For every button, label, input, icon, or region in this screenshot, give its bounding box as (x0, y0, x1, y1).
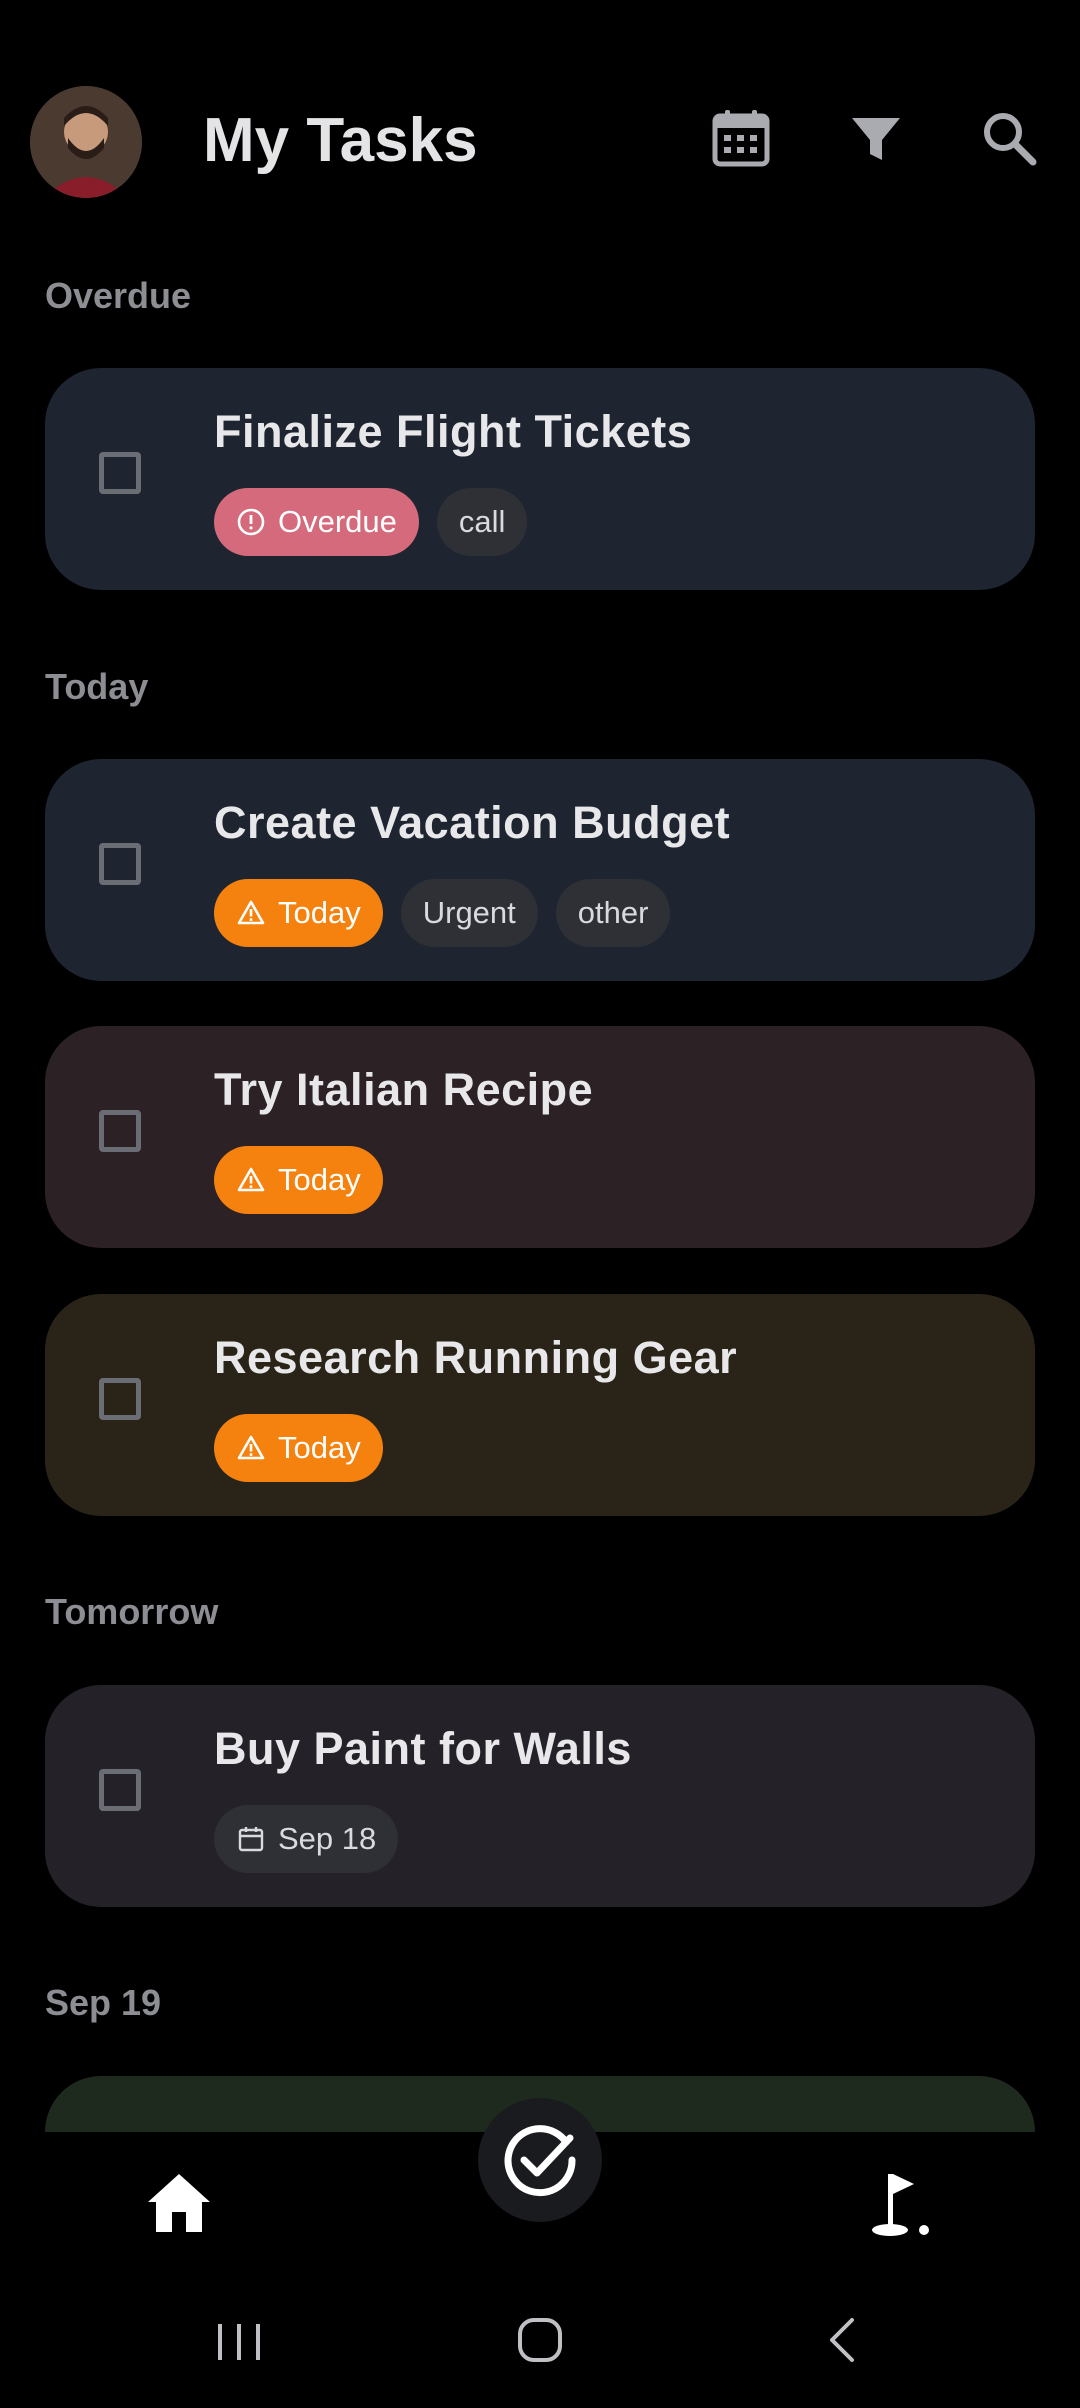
today-badge: Today (214, 879, 383, 947)
task-checkbox[interactable] (99, 1110, 141, 1152)
warning-triangle-icon (237, 1435, 265, 1460)
section-header-today: Today (45, 666, 149, 707)
app-header: My Tasks (0, 0, 1080, 240)
task-checkbox[interactable] (99, 1378, 141, 1420)
tag-chip: Urgent (400, 879, 538, 947)
task-title: Finalize Flight Tickets (214, 406, 693, 457)
home-icon[interactable] (146, 2170, 212, 2236)
avatar[interactable] (30, 86, 142, 198)
section-header-overdue: Overdue (45, 275, 192, 316)
today-badge: Today (214, 1414, 383, 1482)
task-card[interactable]: Finalize Flight Tickets Overdue call (45, 368, 1035, 590)
search-icon[interactable] (977, 106, 1041, 170)
section-header-tomorrow: Tomorrow (45, 1591, 219, 1632)
tag-chip: other (555, 879, 671, 947)
due-date-chip: Sep 18 (214, 1805, 399, 1873)
alert-circle-icon (237, 508, 265, 536)
page-title: My Tasks (203, 106, 478, 175)
task-checkbox[interactable] (99, 452, 141, 494)
check-circle-icon (504, 2125, 576, 2197)
recents-icon[interactable] (212, 2310, 266, 2370)
task-title: Try Italian Recipe (214, 1064, 594, 1115)
calendar-small-icon (238, 1827, 264, 1852)
section-header-sep-19: Sep 19 (45, 1982, 162, 2023)
task-card[interactable]: Create Vacation Budget Today Urgent othe… (45, 759, 1035, 981)
task-card[interactable]: Try Italian Recipe Today (45, 1026, 1035, 1248)
overdue-badge: Overdue (214, 488, 419, 556)
task-title: Create Vacation Budget (214, 797, 731, 848)
task-card[interactable]: Buy Paint for Walls Sep 18 (45, 1685, 1035, 1907)
back-icon[interactable] (818, 2310, 868, 2370)
warning-triangle-icon (237, 900, 265, 925)
golf-flag-icon[interactable] (866, 2166, 936, 2238)
task-checkbox[interactable] (99, 843, 141, 885)
complete-fab-button[interactable] (478, 2098, 602, 2222)
user-avatar-icon (30, 86, 142, 198)
task-title: Buy Paint for Walls (214, 1723, 632, 1774)
calendar-icon[interactable] (709, 106, 773, 170)
today-badge: Today (214, 1146, 383, 1214)
warning-triangle-icon (237, 1167, 265, 1192)
filter-icon[interactable] (844, 106, 908, 170)
home-circle-icon[interactable] (512, 2310, 568, 2370)
task-checkbox[interactable] (99, 1769, 141, 1811)
task-card[interactable]: Research Running Gear Today (45, 1294, 1035, 1516)
tag-chip: call (436, 488, 528, 556)
task-title: Research Running Gear (214, 1332, 738, 1383)
